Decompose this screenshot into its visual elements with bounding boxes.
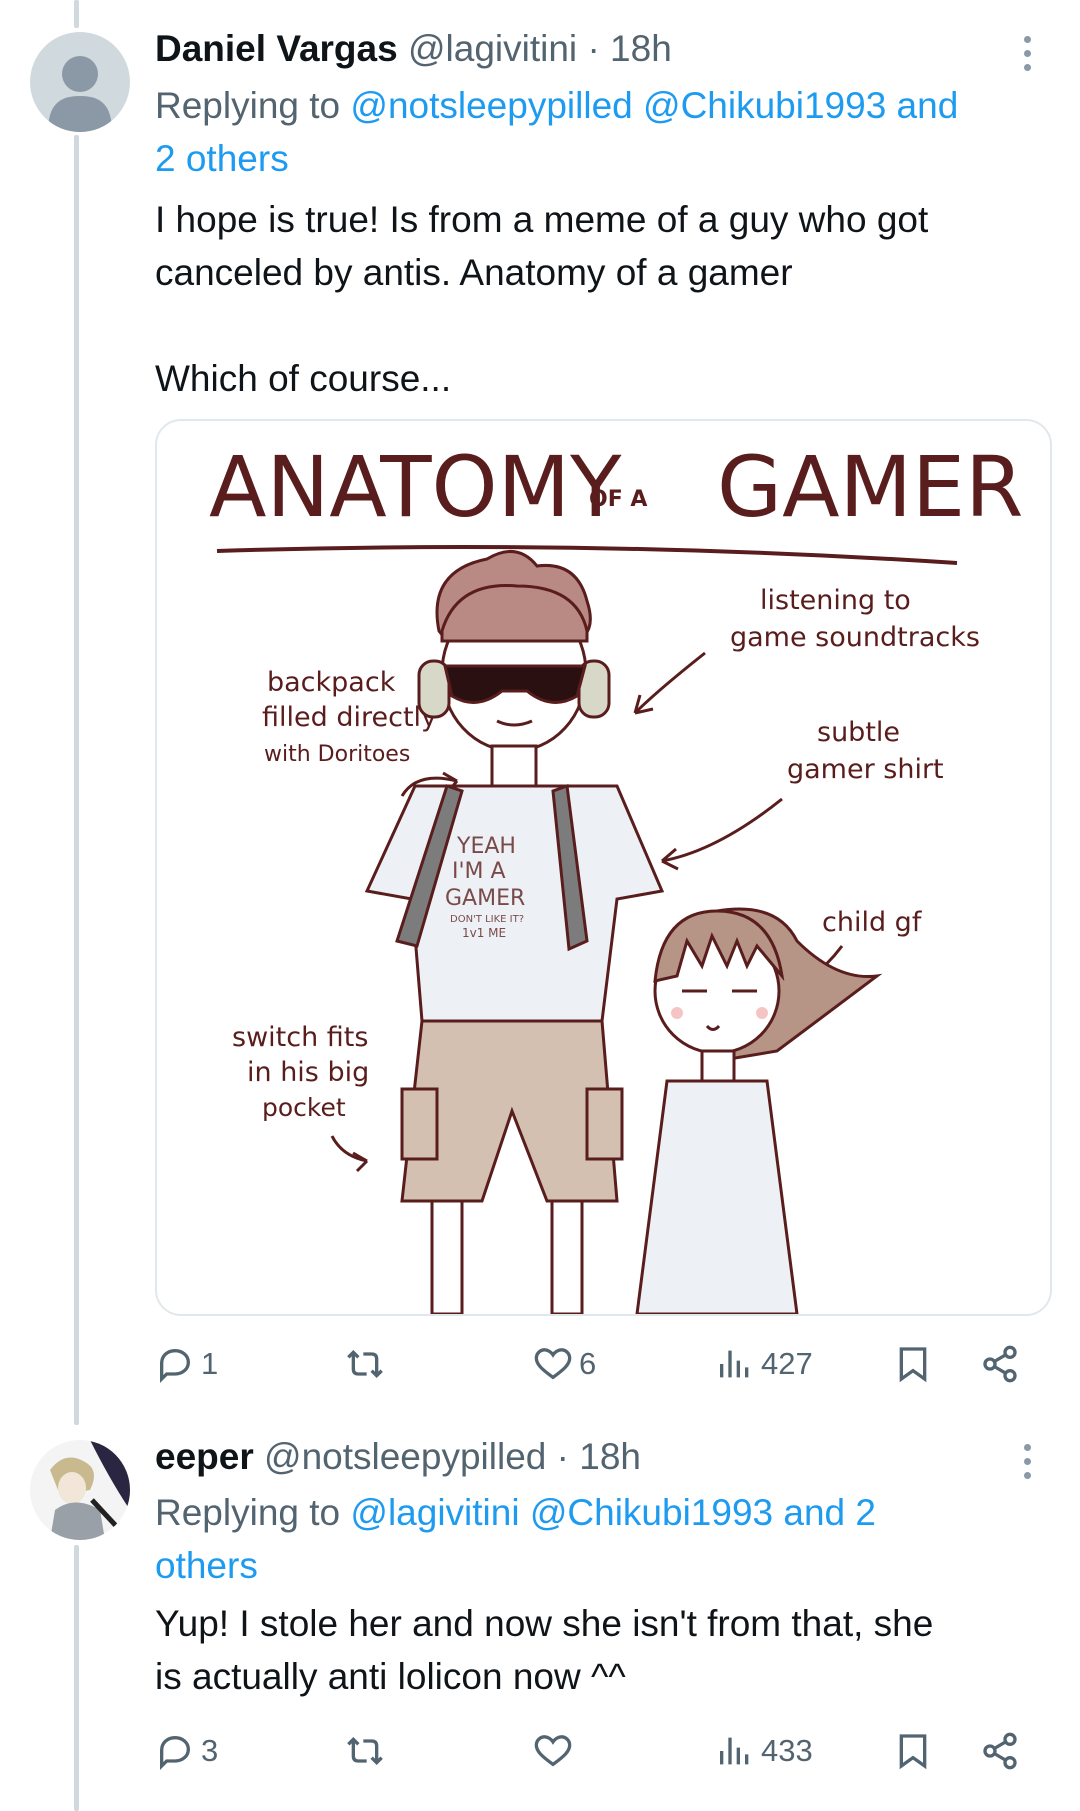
replying-to-others[interactable]: 2 others (155, 138, 289, 179)
annotation-doritoes: with Doritoes (264, 742, 410, 767)
repost-icon (347, 1736, 383, 1766)
reply-icon (160, 1348, 191, 1384)
share-icon (983, 1345, 1017, 1383)
reply-button[interactable]: 1 (155, 1334, 218, 1394)
annotation-subtle: subtle (817, 717, 900, 748)
timestamp[interactable]: 18h (579, 1436, 641, 1477)
default-user-icon (48, 56, 112, 132)
tweet-text: I hope is true! Is from a meme of a guy … (155, 193, 1035, 405)
tweet-header: eeper @notsleepypilled · 18h (155, 1434, 641, 1480)
annotation-soundtracks: game soundtracks (730, 622, 980, 653)
separator-dot: · (556, 1436, 569, 1477)
author-name[interactable]: Daniel Vargas (155, 28, 398, 69)
tweet-actions: 1 6 427 (155, 1334, 1035, 1394)
tweet-actions: 3 433 (155, 1721, 1035, 1781)
tweet-text-line (155, 299, 1035, 352)
girl-figure (635, 907, 883, 1314)
repost-button[interactable] (345, 1334, 391, 1394)
avatar-eeper[interactable] (30, 1440, 130, 1540)
bookmark-icon (899, 1347, 927, 1383)
tweet-text-line: Yup! I stole her and now she isn't from … (155, 1603, 934, 1644)
tweet-text-line: is actually anti lolicon now ^^ (155, 1656, 626, 1697)
annotation-big: in his big (247, 1057, 369, 1088)
annotation-filled: filled directly (262, 702, 437, 733)
shirt-text-yeah: YEAH (456, 834, 516, 859)
bookmark-button[interactable] (893, 1334, 933, 1394)
views-count: 427 (761, 1346, 813, 1381)
annotation-listening: listening to (760, 585, 911, 616)
repost-icon (347, 1349, 383, 1379)
image-title-left: ANATOMY (209, 438, 622, 536)
image-title-right: GAMER (717, 438, 1023, 536)
replying-to: Replying to @notsleepypilled @Chikubi199… (155, 79, 1055, 185)
views-count: 433 (761, 1733, 813, 1768)
tweet-text-line: I hope is true! Is from a meme of a guy … (155, 199, 929, 240)
views-button[interactable]: 433 (715, 1721, 813, 1781)
share-icon (983, 1732, 1017, 1770)
like-icon (534, 1735, 572, 1767)
views-icon (720, 1737, 749, 1765)
annotation-switch: switch fits (232, 1022, 368, 1053)
tweet-image[interactable]: ANATOMY OF A GAMER listening to game sou… (155, 419, 1052, 1316)
like-button[interactable] (533, 1721, 579, 1781)
replying-to-label: Replying to (155, 85, 341, 126)
replying-to-mentions[interactable]: @notsleepypilled @Chikubi1993 and (350, 85, 958, 126)
bookmark-button[interactable] (893, 1721, 933, 1781)
like-icon (534, 1348, 572, 1380)
author-handle[interactable]: @lagivitini (408, 28, 577, 69)
tweet-2[interactable]: eeper @notsleepypilled · 18h Replying to… (0, 1410, 1080, 1811)
shirt-text-1v1: 1v1 ME (462, 926, 506, 940)
more-icon[interactable] (1022, 36, 1032, 72)
shirt-text-dont-like: DON'T LIKE IT? (450, 914, 524, 925)
tweet-text-line: canceled by antis. Anatomy of a gamer (155, 252, 793, 293)
bookmark-icon (899, 1734, 927, 1770)
timestamp[interactable]: 18h (610, 28, 672, 69)
annotation-gamer-shirt: gamer shirt (787, 754, 944, 785)
replying-to-label: Replying to (155, 1492, 341, 1533)
replying-to: Replying to @lagivitini @Chikubi1993 and… (155, 1486, 1055, 1592)
shirt-text-gamer: GAMER (445, 886, 525, 911)
author-name[interactable]: eeper (155, 1436, 254, 1477)
tweet-text: Yup! I stole her and now she isn't from … (155, 1597, 1035, 1703)
views-button[interactable]: 427 (715, 1334, 813, 1394)
gamer-figure (364, 550, 665, 1314)
avatar-default[interactable] (30, 32, 130, 132)
more-icon[interactable] (1022, 1444, 1032, 1480)
views-icon (720, 1350, 749, 1378)
anatomy-of-a-gamer-illustration: ANATOMY OF A GAMER listening to game sou… (209, 438, 1023, 1314)
annotation-child-gf: child gf (822, 907, 923, 938)
reply-button[interactable]: 3 (155, 1721, 218, 1781)
share-button[interactable] (980, 1334, 1020, 1394)
image-title-small: OF A (589, 487, 647, 512)
reply-count: 3 (201, 1733, 219, 1768)
reply-icon (160, 1735, 191, 1771)
annotation-backpack: backpack (267, 667, 396, 698)
annotation-pocket: pocket (262, 1093, 346, 1122)
like-button[interactable]: 6 (533, 1334, 596, 1394)
separator-dot: · (587, 28, 600, 69)
tweet-header: Daniel Vargas @lagivitini · 18h (155, 26, 672, 72)
reply-count: 1 (201, 1346, 219, 1381)
repost-button[interactable] (345, 1721, 391, 1781)
replying-to-others[interactable]: others (155, 1545, 258, 1586)
author-handle[interactable]: @notsleepypilled (264, 1436, 546, 1477)
tweet-1[interactable]: Daniel Vargas @lagivitini · 18h Replying… (0, 0, 1080, 1410)
like-count: 6 (579, 1346, 597, 1381)
tweet-text-line: Which of course... (155, 358, 452, 399)
anime-avatar-image (30, 1440, 130, 1540)
share-button[interactable] (980, 1721, 1020, 1781)
shirt-text-im-a: I'M A (452, 859, 506, 884)
replying-to-mentions[interactable]: @lagivitini @Chikubi1993 and 2 (350, 1492, 876, 1533)
